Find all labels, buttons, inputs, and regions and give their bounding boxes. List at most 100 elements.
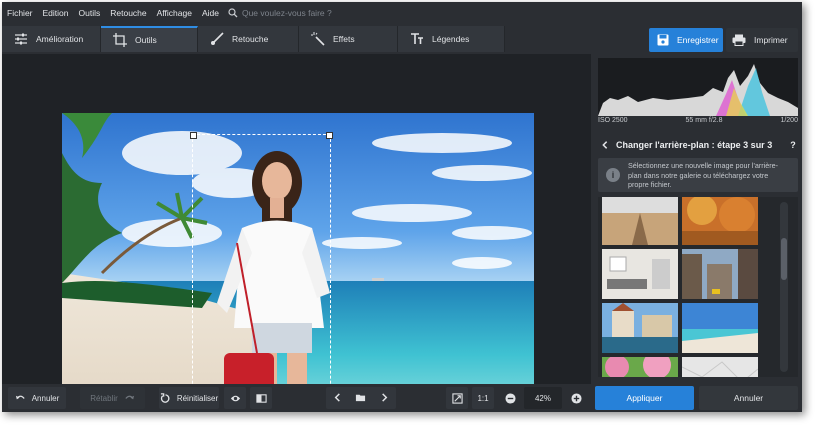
histogram-graph <box>598 64 798 116</box>
cancel-button[interactable]: Annuler <box>699 386 798 410</box>
compare-button[interactable] <box>250 387 272 409</box>
help-button[interactable]: ? <box>784 140 802 150</box>
undo-icon <box>15 395 25 399</box>
histogram <box>598 58 798 116</box>
prev-button[interactable] <box>332 392 343 405</box>
magic-wand-icon <box>311 32 325 46</box>
zoom-in-button[interactable] <box>566 387 586 409</box>
crop-icon <box>113 33 127 47</box>
undo-label: Annuler <box>31 393 60 403</box>
road-thumb <box>602 197 678 245</box>
apply-button[interactable]: Appliquer <box>595 386 694 410</box>
chevron-left-icon <box>334 392 341 402</box>
menu-bar: Fichier Edition Outils Retouche Affichag… <box>2 2 802 24</box>
bottom-toolbar: Annuler Rétablir Réinitialiser 1:1 42% <box>2 384 591 412</box>
living-room-thumb <box>602 249 678 299</box>
exif-iso: ISO 2500 <box>598 117 628 124</box>
tab-label: Outils <box>135 35 157 45</box>
menu-aide[interactable]: Aide <box>197 8 224 18</box>
chevron-right-icon <box>381 392 388 402</box>
gallery-thumb[interactable] <box>682 303 758 353</box>
garden-thumb <box>602 357 678 377</box>
menu-fichier[interactable]: Fichier <box>2 8 38 18</box>
nav-group <box>326 387 396 409</box>
paper-texture-thumb <box>682 357 758 377</box>
step-header: Changer l'arrière-plan : étape 3 sur 3 ? <box>594 136 802 154</box>
zoom-value: 42% <box>534 393 551 403</box>
info-line: Sélectionnez une nouvelle image pour l'a… <box>628 161 779 170</box>
chevron-left-icon <box>602 141 608 149</box>
menu-edition[interactable]: Edition <box>38 8 74 18</box>
tab-label: Effets <box>333 34 355 44</box>
tab-amelioration[interactable]: Amélioration <box>2 26 101 52</box>
folder-icon <box>356 394 366 401</box>
background-gallery <box>598 197 798 377</box>
exif-lens: 55 mm f/2.8 <box>685 117 723 124</box>
print-label: Imprimer <box>754 35 788 45</box>
gallery-thumb[interactable] <box>602 303 678 353</box>
exif-info: ISO 2500 55 mm f/2.8 1/200 <box>598 117 798 129</box>
step-title: Changer l'arrière-plan : étape 3 sur 3 <box>616 140 773 150</box>
menu-retouche[interactable]: Retouche <box>105 8 151 18</box>
next-button[interactable] <box>379 392 390 405</box>
reset-icon <box>160 392 170 403</box>
ratio-label: 1:1 <box>477 393 489 403</box>
gallery-thumb[interactable] <box>602 197 678 245</box>
tab-legendes[interactable]: Légendes <box>398 26 505 52</box>
info-line: propre fichier. <box>628 180 672 189</box>
tab-outils[interactable]: Outils <box>101 26 198 52</box>
redo-button[interactable]: Rétablir <box>80 387 145 409</box>
crop-handle-tr[interactable] <box>326 132 333 139</box>
canvas-area <box>2 54 591 412</box>
exif-shutter: 1/200 <box>780 117 798 124</box>
gallery-thumb[interactable] <box>602 249 678 299</box>
tab-effets[interactable]: Effets <box>299 26 398 52</box>
info-icon: i <box>606 168 620 182</box>
print-button[interactable]: Imprimer <box>726 28 798 52</box>
preview-button[interactable] <box>224 387 246 409</box>
autumn-thumb <box>682 197 758 245</box>
menu-affichage[interactable]: Affichage <box>152 8 197 18</box>
redo-label: Rétablir <box>90 393 118 403</box>
plus-circle-icon <box>570 392 582 404</box>
open-folder-button[interactable] <box>355 392 366 405</box>
crop-handle-tl[interactable] <box>190 132 197 139</box>
canal-thumb <box>602 303 678 353</box>
brush-icon <box>211 32 224 45</box>
tab-label: Amélioration <box>36 34 84 44</box>
menu-outils[interactable]: Outils <box>74 8 106 18</box>
info-text: Sélectionnez une nouvelle image pour l'a… <box>628 158 778 190</box>
redo-icon <box>125 395 134 399</box>
menu-search[interactable]: Que voulez-vous faire ? <box>228 8 332 18</box>
back-button[interactable] <box>594 140 616 150</box>
fit-screen-icon <box>451 392 463 404</box>
zoom-out-button[interactable] <box>500 387 520 409</box>
zoom-field[interactable]: 42% <box>524 387 562 409</box>
search-icon <box>228 8 238 18</box>
gallery-scrollbar[interactable] <box>780 202 788 372</box>
eye-icon <box>230 395 240 401</box>
printer-icon <box>732 34 746 46</box>
floppy-disk-icon <box>657 34 669 46</box>
sliders-icon <box>15 33 27 45</box>
text-icon <box>411 33 423 44</box>
beach-thumb <box>682 303 758 353</box>
tab-label: Retouche <box>232 34 269 44</box>
gallery-thumb[interactable] <box>682 197 758 245</box>
gallery-thumb[interactable] <box>682 249 758 299</box>
actual-size-button[interactable]: 1:1 <box>472 387 494 409</box>
undo-button[interactable]: Annuler <box>8 387 66 409</box>
scrollbar-thumb[interactable] <box>781 238 787 280</box>
app-window: Fichier Edition Outils Retouche Affichag… <box>2 2 802 412</box>
compare-icon <box>255 393 267 403</box>
gallery-thumb[interactable] <box>602 357 678 377</box>
fit-screen-button[interactable] <box>446 387 468 409</box>
save-button[interactable]: Enregistrer <box>649 28 723 52</box>
crop-frame[interactable] <box>190 132 333 412</box>
minus-circle-icon <box>504 392 516 404</box>
tab-retouche[interactable]: Retouche <box>198 26 299 52</box>
tab-label: Légendes <box>432 34 470 44</box>
city-street-thumb <box>682 249 758 299</box>
reset-button[interactable]: Réinitialiser <box>159 387 219 409</box>
gallery-thumb[interactable] <box>682 357 758 377</box>
